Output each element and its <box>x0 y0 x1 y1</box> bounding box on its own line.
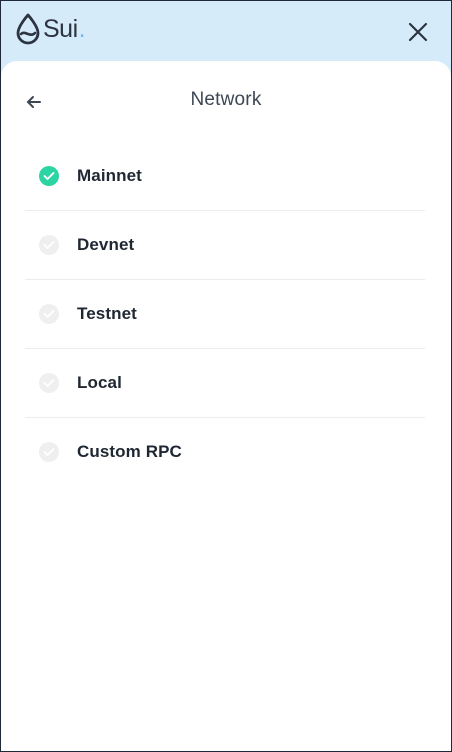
network-label: Local <box>77 372 122 392</box>
network-item-devnet[interactable]: Devnet <box>25 210 425 280</box>
check-circle-icon <box>39 372 59 393</box>
network-label: Testnet <box>77 303 137 323</box>
check-circle-icon <box>39 165 59 186</box>
network-item-testnet[interactable]: Testnet <box>25 279 425 349</box>
network-label: Custom RPC <box>77 441 182 461</box>
brand-name: Sui <box>43 15 78 43</box>
sui-logo: Sui. <box>15 11 86 47</box>
check-circle-icon <box>39 303 59 324</box>
network-item-custom-rpc[interactable]: Custom RPC <box>25 417 425 486</box>
panel-header: Network <box>1 61 451 141</box>
close-icon <box>405 19 431 45</box>
brand-dot: . <box>78 15 86 43</box>
sui-drop-icon <box>15 13 41 45</box>
app-window: Sui. Network Mainnet Devnet Testnet Loca… <box>0 0 452 752</box>
network-panel: Network Mainnet Devnet Testnet Local Cus… <box>1 61 451 751</box>
page-title: Network <box>190 89 262 110</box>
close-button[interactable] <box>405 19 431 45</box>
network-label: Mainnet <box>77 165 142 185</box>
check-circle-icon <box>39 234 59 255</box>
network-item-local[interactable]: Local <box>25 348 425 418</box>
check-circle-icon <box>39 441 59 462</box>
top-bar: Sui. <box>1 1 451 61</box>
network-item-mainnet[interactable]: Mainnet <box>25 141 425 211</box>
network-list: Mainnet Devnet Testnet Local Custom RPC <box>25 141 425 486</box>
network-label: Devnet <box>77 234 135 254</box>
